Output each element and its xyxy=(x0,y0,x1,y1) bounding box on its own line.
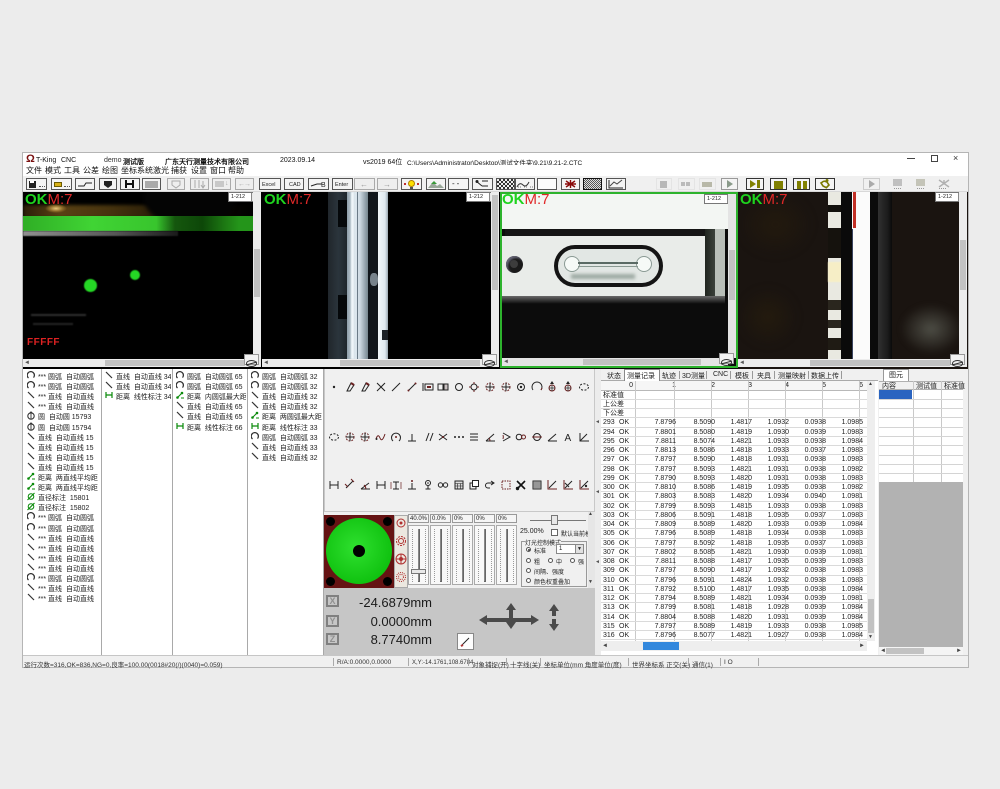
svg-text:B: B xyxy=(321,182,326,189)
